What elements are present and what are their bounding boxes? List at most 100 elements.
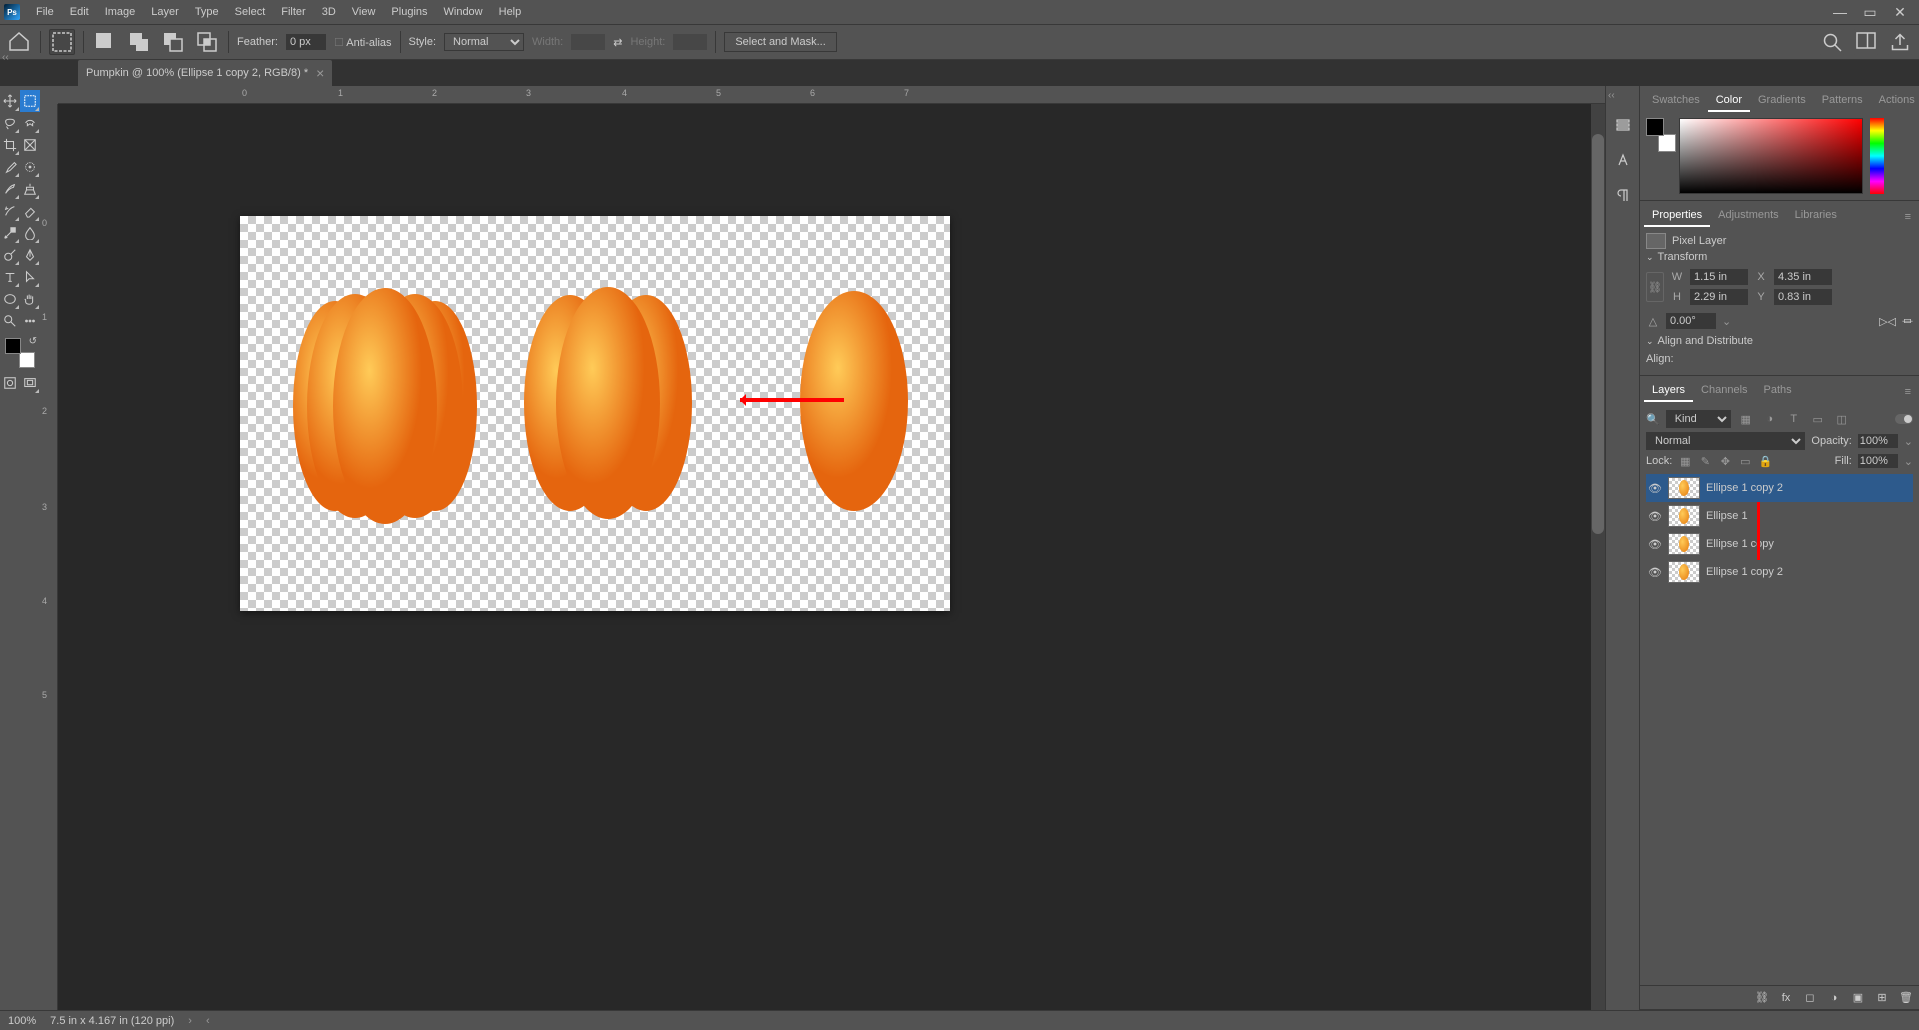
filter-type-icon[interactable]: T: [1785, 410, 1803, 428]
menu-file[interactable]: File: [28, 0, 62, 24]
status-prev[interactable]: ‹: [206, 1015, 210, 1027]
filter-shape-icon[interactable]: ▭: [1809, 410, 1827, 428]
width-field[interactable]: [1690, 269, 1748, 285]
marquee-tool[interactable]: [20, 90, 40, 112]
layers-panel-menu[interactable]: ≡: [1901, 382, 1915, 402]
marquee-preset-button[interactable]: [49, 29, 75, 55]
vertical-scrollbar[interactable]: [1591, 104, 1605, 1010]
menu-help[interactable]: Help: [491, 0, 530, 24]
filter-smart-icon[interactable]: ◫: [1833, 410, 1851, 428]
subtract-selection-button[interactable]: [160, 29, 186, 55]
color-field[interactable]: [1679, 118, 1863, 194]
menu-view[interactable]: View: [344, 0, 384, 24]
menu-layer[interactable]: Layer: [143, 0, 187, 24]
layer-thumbnail[interactable]: [1668, 477, 1700, 499]
layer-thumbnail[interactable]: [1668, 505, 1700, 527]
home-button[interactable]: [6, 29, 32, 55]
tab-libraries[interactable]: Libraries: [1787, 205, 1845, 227]
hand-tool[interactable]: [20, 288, 40, 310]
menu-edit[interactable]: Edit: [62, 0, 97, 24]
document-info[interactable]: 7.5 in x 4.167 in (120 ppi): [50, 1015, 174, 1027]
layer-row[interactable]: 👁 Ellipse 1 copy 2: [1646, 474, 1913, 502]
hue-slider[interactable]: [1870, 118, 1884, 194]
more-tools[interactable]: [20, 310, 40, 332]
filter-toggle[interactable]: [1895, 414, 1913, 424]
tab-swatches[interactable]: Swatches: [1644, 90, 1708, 112]
lasso-tool[interactable]: [0, 112, 20, 134]
window-maximize-button[interactable]: ▭: [1855, 0, 1885, 24]
paragraph-panel-icon[interactable]: [1615, 187, 1631, 206]
tab-patterns[interactable]: Patterns: [1814, 90, 1871, 112]
tab-color[interactable]: Color: [1708, 90, 1750, 112]
quick-mask-button[interactable]: [0, 372, 20, 394]
lock-artboard-button[interactable]: ▭: [1738, 455, 1752, 468]
filter-pixel-icon[interactable]: ▦: [1737, 410, 1755, 428]
menu-plugins[interactable]: Plugins: [383, 0, 435, 24]
pen-tool[interactable]: [20, 244, 40, 266]
layer-thumbnail[interactable]: [1668, 561, 1700, 583]
color-panel-chips[interactable]: [1646, 118, 1676, 152]
frame-tool[interactable]: [20, 134, 40, 156]
layer-row[interactable]: 👁 Ellipse 1 copy 2: [1646, 558, 1913, 586]
shape-tool[interactable]: [0, 288, 20, 310]
flip-horizontal-button[interactable]: ▷◁: [1879, 315, 1896, 328]
tab-gradients[interactable]: Gradients: [1750, 90, 1814, 112]
fill-dropdown-icon[interactable]: ⌄: [1904, 455, 1913, 468]
selection-tool[interactable]: [20, 112, 40, 134]
close-tab-button[interactable]: ×: [316, 60, 324, 86]
collapse-toolbar-icon[interactable]: ‹‹: [2, 52, 9, 63]
layer-row[interactable]: 👁 Ellipse 1 copy: [1646, 530, 1913, 558]
opacity-dropdown-icon[interactable]: ⌄: [1904, 435, 1913, 448]
color-chips[interactable]: ↺: [3, 336, 37, 370]
horizontal-ruler[interactable]: 0 1 2 3 4 5 6 7: [58, 86, 1605, 104]
delete-layer-button[interactable]: 🗑: [1899, 991, 1913, 1004]
x-field[interactable]: [1774, 269, 1832, 285]
layer-style-button[interactable]: fx: [1779, 992, 1793, 1004]
add-selection-button[interactable]: [126, 29, 152, 55]
flip-vertical-button[interactable]: ⏛: [1902, 313, 1913, 329]
history-panel-icon[interactable]: [1615, 117, 1631, 136]
spot-heal-tool[interactable]: [20, 156, 40, 178]
menu-type[interactable]: Type: [187, 0, 227, 24]
blend-mode-select[interactable]: Normal: [1646, 432, 1805, 450]
filter-adjust-icon[interactable]: ◑: [1761, 410, 1779, 428]
lock-all-button[interactable]: 🔒: [1758, 455, 1772, 468]
screen-mode-button[interactable]: [20, 372, 40, 394]
type-tool[interactable]: [0, 266, 20, 288]
window-close-button[interactable]: ✕: [1885, 0, 1915, 24]
crop-tool[interactable]: [0, 134, 20, 156]
expand-panels-icon[interactable]: ‹‹: [1608, 90, 1615, 101]
search-button[interactable]: [1819, 29, 1845, 55]
document-tab[interactable]: Pumpkin @ 100% (Ellipse 1 copy 2, RGB/8)…: [78, 60, 332, 86]
share-button[interactable]: [1887, 29, 1913, 55]
angle-dropdown-icon[interactable]: ⌄: [1722, 315, 1731, 328]
dodge-tool[interactable]: [0, 244, 20, 266]
intersect-selection-button[interactable]: [194, 29, 220, 55]
tab-actions[interactable]: Actions: [1871, 90, 1919, 112]
group-button[interactable]: ▣: [1851, 991, 1865, 1004]
eraser-tool[interactable]: [20, 200, 40, 222]
link-layers-button[interactable]: ⛓: [1755, 991, 1769, 1004]
path-select-tool[interactable]: [20, 266, 40, 288]
lock-position-button[interactable]: ✥: [1718, 455, 1732, 468]
filter-search-icon[interactable]: 🔍: [1646, 413, 1660, 426]
zoom-tool[interactable]: [0, 310, 20, 332]
foreground-color-chip[interactable]: [5, 338, 21, 354]
tab-properties[interactable]: Properties: [1644, 205, 1710, 227]
opacity-input[interactable]: [1858, 434, 1898, 448]
link-dimensions-button[interactable]: ⛓: [1646, 272, 1664, 302]
lock-transparent-button[interactable]: ▦: [1678, 455, 1692, 468]
tab-channels[interactable]: Channels: [1693, 380, 1755, 402]
canvas-area[interactable]: 0 1 2 3 4 5 6 7 0 1 2 3 4 5: [40, 86, 1605, 1010]
layer-thumbnail[interactable]: [1668, 533, 1700, 555]
visibility-toggle[interactable]: 👁: [1648, 482, 1662, 495]
swap-colors-icon[interactable]: ↺: [29, 336, 37, 347]
new-layer-button[interactable]: ⊞: [1875, 991, 1889, 1004]
visibility-toggle[interactable]: 👁: [1648, 510, 1662, 523]
select-and-mask-button[interactable]: Select and Mask...: [724, 32, 837, 52]
menu-3d[interactable]: 3D: [314, 0, 344, 24]
properties-panel-menu[interactable]: ≡: [1901, 207, 1915, 227]
style-select[interactable]: Normal: [444, 33, 524, 51]
artboard[interactable]: [240, 216, 950, 611]
adjustment-layer-button[interactable]: ◑: [1827, 992, 1841, 1004]
